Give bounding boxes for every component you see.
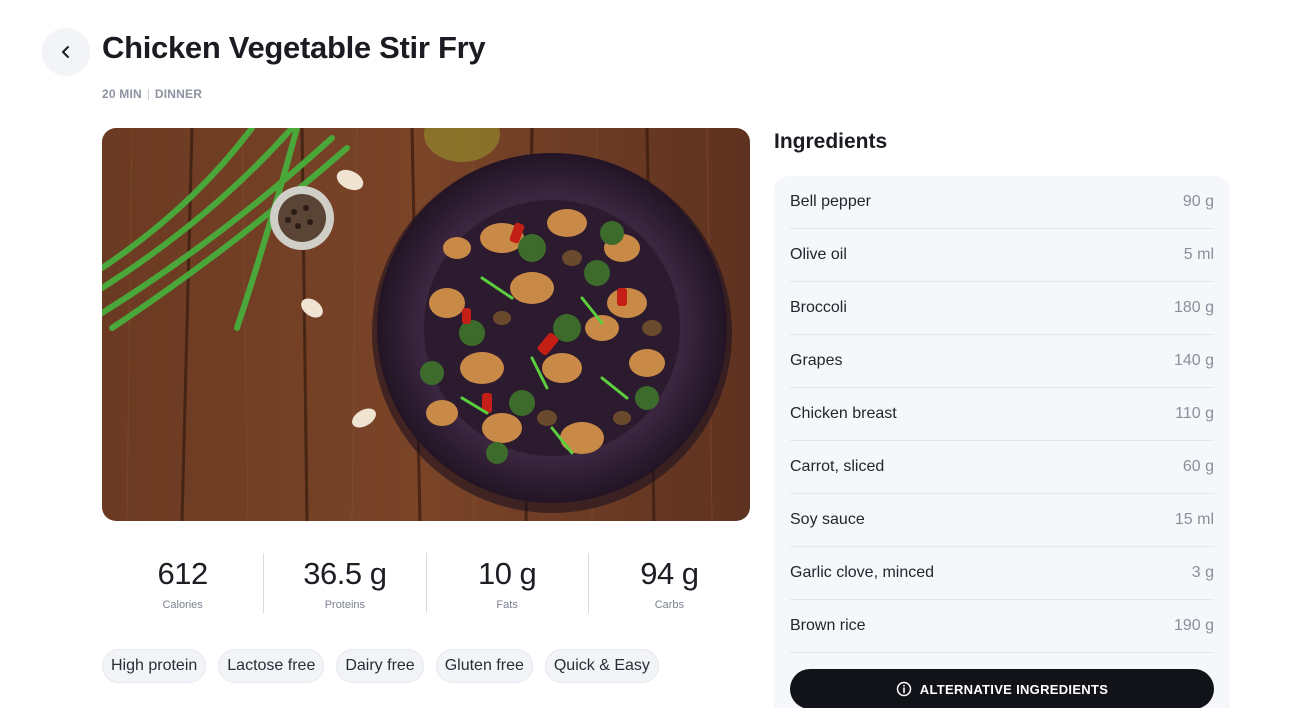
nutrition-fats: 10 g Fats <box>427 553 589 613</box>
tag-gluten-free[interactable]: Gluten free <box>435 649 533 683</box>
page-title: Chicken Vegetable Stir Fry <box>102 30 486 65</box>
info-circle-icon <box>896 681 912 697</box>
tag-quick-easy[interactable]: Quick & Easy <box>544 649 659 683</box>
nutrition-calories: 612 Calories <box>102 553 265 613</box>
tag-high-protein[interactable]: High protein <box>102 649 207 683</box>
chevron-left-icon <box>62 46 69 58</box>
proteins-value: 36.5 g <box>303 556 387 591</box>
back-button[interactable] <box>42 28 90 76</box>
ingredient-row: Chicken breast 110 g <box>790 388 1214 441</box>
ingredient-quantity: 190 g <box>1173 617 1214 634</box>
ingredient-row: Grapes 140 g <box>790 335 1214 388</box>
alternative-ingredients-label: ALTERNATIVE INGREDIENTS <box>919 681 1109 697</box>
fats-label: Fats <box>496 599 518 611</box>
diet-tags: High protein Lactose free Dairy free Glu… <box>102 649 659 683</box>
recipe-time: 20 MIN <box>102 87 142 101</box>
recipe-photo <box>102 128 750 521</box>
nutrition-carbs: 94 g Carbs <box>589 553 750 613</box>
ingredient-quantity: 3 g <box>1191 564 1214 581</box>
tag-lactose-free[interactable]: Lactose free <box>218 649 325 683</box>
calories-label: Calories <box>162 599 203 611</box>
nutrition-proteins: 36.5 g Proteins <box>264 553 427 613</box>
ingredient-quantity: 60 g <box>1182 458 1214 475</box>
ingredient-quantity: 90 g <box>1182 193 1214 210</box>
recipe-category: DINNER <box>154 87 203 101</box>
ingredient-name: Olive oil <box>790 246 847 263</box>
ingredient-row: Olive oil 5 ml <box>790 229 1214 282</box>
carbs-value: 94 g <box>640 556 699 591</box>
ingredient-quantity: 15 ml <box>1174 511 1214 528</box>
tag-dairy-free[interactable]: Dairy free <box>336 649 424 683</box>
ingredient-quantity: 110 g <box>1175 405 1214 422</box>
ingredient-quantity: 5 ml <box>1183 246 1214 263</box>
recipe-page: Chicken Vegetable Stir Fry 20 MIN DINNER <box>0 0 1292 708</box>
ingredient-quantity: 140 g <box>1173 352 1214 369</box>
ingredient-name: Broccoli <box>790 299 847 316</box>
fats-value: 10 g <box>477 556 537 591</box>
nutrition-summary: 612 Calories 36.5 g Proteins 10 g Fats 9… <box>102 553 750 613</box>
ingredient-name: Carrot, sliced <box>790 458 885 475</box>
ingredient-name: Garlic clove, minced <box>790 564 935 581</box>
ingredients-heading: Ingredients <box>774 130 888 153</box>
ingredient-name: Brown rice <box>790 617 866 634</box>
ingredients-list: Bell pepper 90 g Olive oil 5 ml Broccoli… <box>790 176 1214 653</box>
calories-value: 612 <box>157 556 209 591</box>
ingredient-name: Bell pepper <box>790 193 871 210</box>
ingredient-name: Chicken breast <box>790 405 897 422</box>
ingredients-panel: Bell pepper 90 g Olive oil 5 ml Broccoli… <box>774 176 1230 708</box>
ingredient-row: Carrot, sliced 60 g <box>790 441 1214 494</box>
ingredient-name: Soy sauce <box>790 511 865 528</box>
alternative-ingredients-button[interactable]: ALTERNATIVE INGREDIENTS <box>790 669 1214 708</box>
ingredient-row: Soy sauce 15 ml <box>790 494 1214 547</box>
ingredient-name: Grapes <box>790 352 843 369</box>
carbs-label: Carbs <box>654 599 685 611</box>
ingredient-row: Brown rice 190 g <box>790 600 1214 653</box>
ingredient-row: Broccoli 180 g <box>790 282 1214 335</box>
ingredient-row: Garlic clove, minced 3 g <box>790 547 1214 600</box>
ingredient-quantity: 180 g <box>1173 299 1214 316</box>
meta-divider <box>147 88 149 100</box>
proteins-label: Proteins <box>324 599 366 611</box>
recipe-meta: 20 MIN DINNER <box>102 87 202 101</box>
ingredient-row: Bell pepper 90 g <box>790 176 1214 229</box>
